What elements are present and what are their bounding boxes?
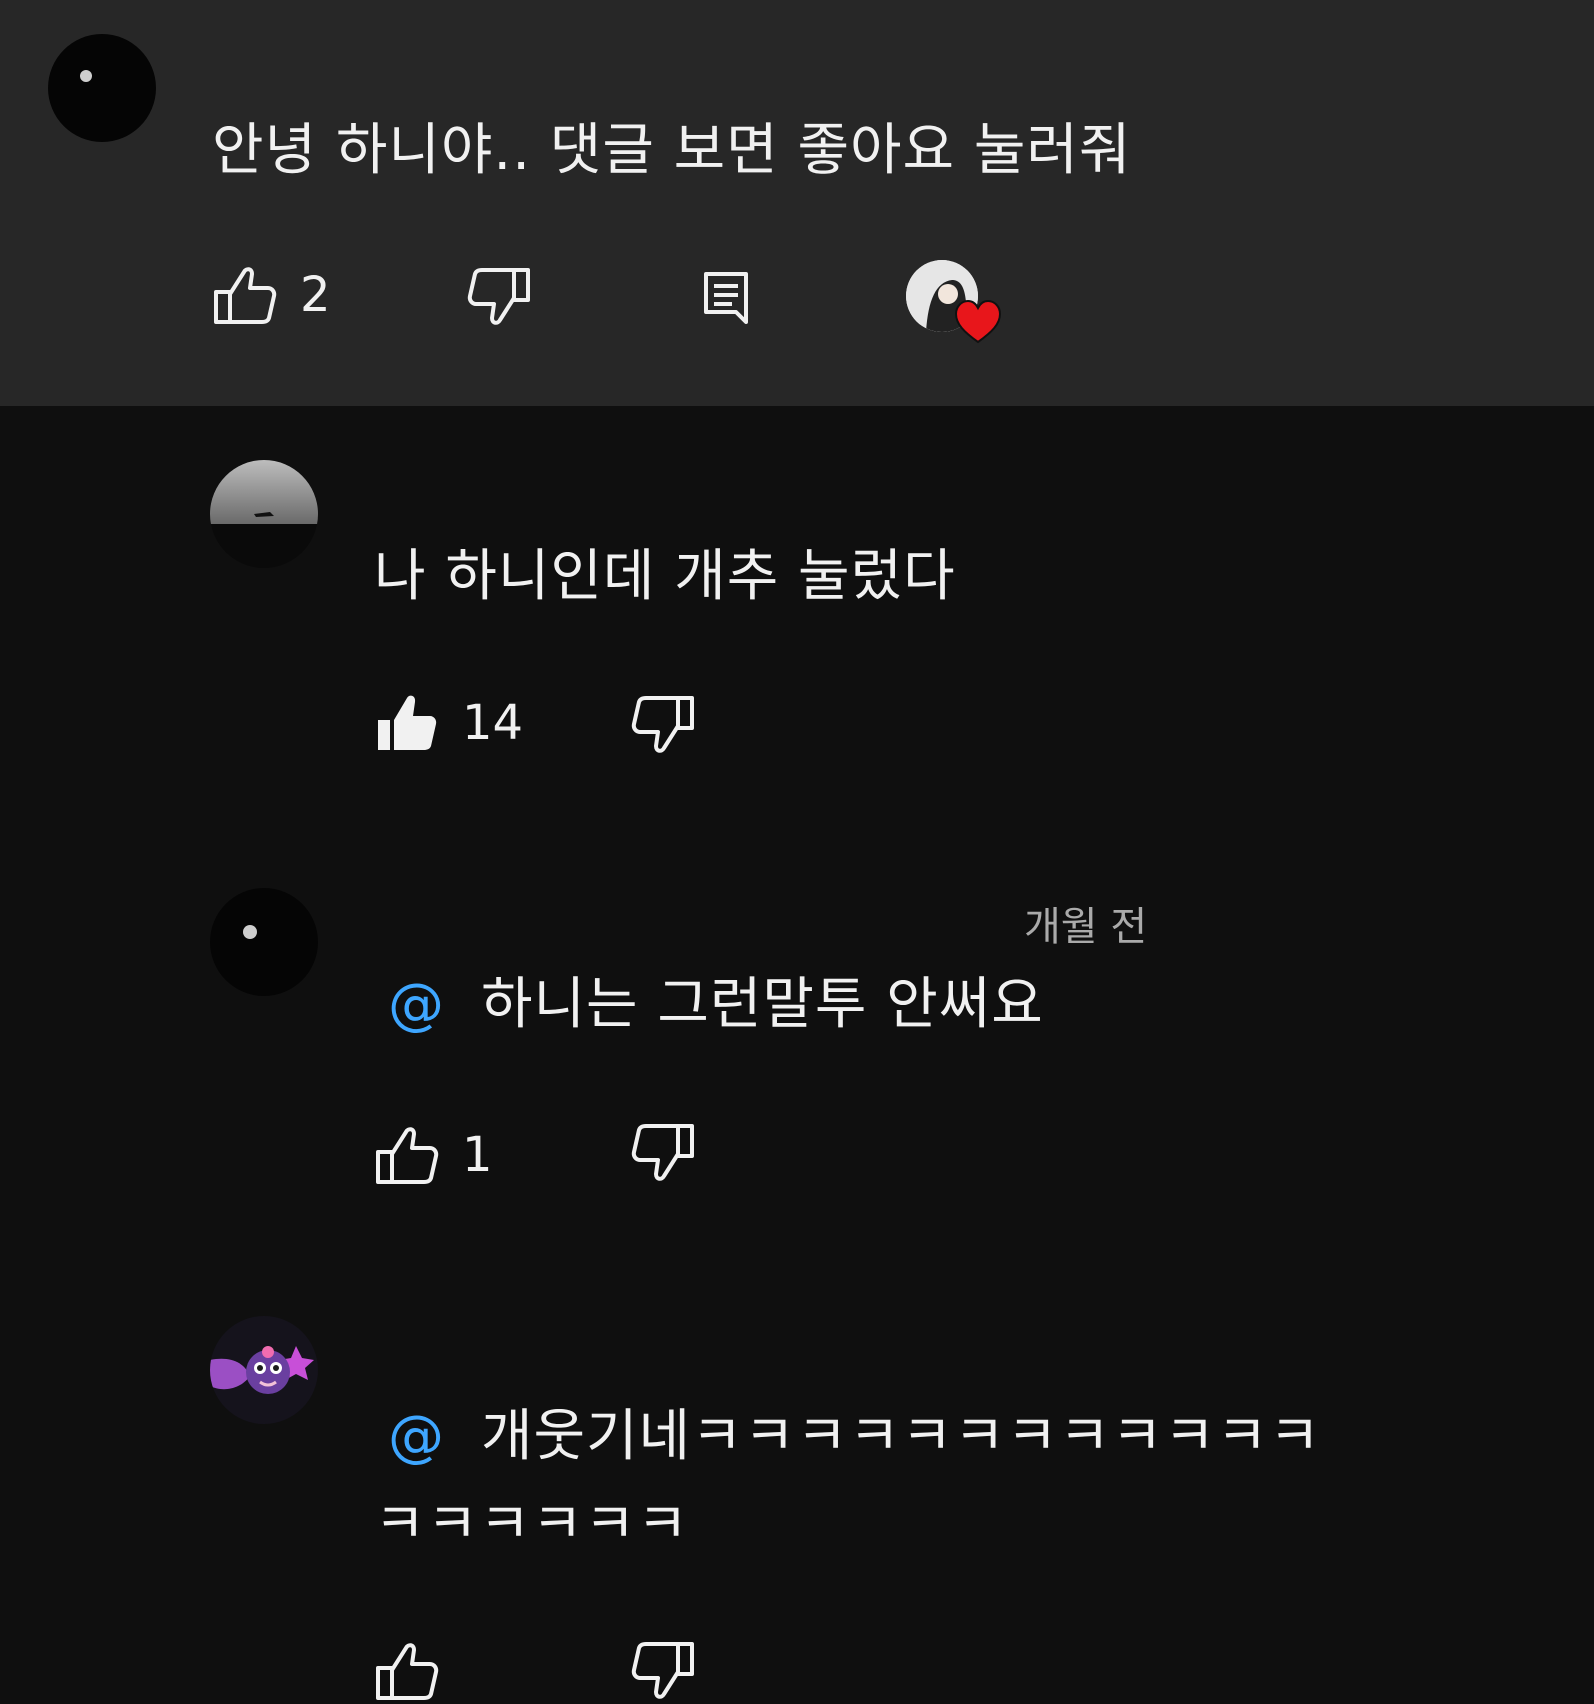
dislike-button-3[interactable] xyxy=(630,1122,696,1184)
comment-3-time: 개월 전 xyxy=(1024,904,1148,950)
reply-comment-icon xyxy=(704,272,748,324)
highlighted-comment xyxy=(0,0,1594,406)
dislike-button-4[interactable] xyxy=(630,1640,696,1702)
creator-heart-icon xyxy=(954,299,1002,344)
comment-4-line-1: @ 개웃기네ㅋㅋㅋㅋㅋㅋㅋㅋㅋㅋㅋㅋ xyxy=(388,1392,1321,1482)
thumbs-down-icon xyxy=(631,1124,694,1181)
like-count-2: 14 xyxy=(462,695,524,751)
comment-3-mention[interactable]: @ xyxy=(388,972,445,1037)
dislike-button-2[interactable] xyxy=(630,694,696,756)
thumbs-up-icon xyxy=(376,1643,439,1700)
thumbs-down-icon xyxy=(631,696,694,753)
dislike-button-1[interactable] xyxy=(466,266,532,328)
comments-page: 안녕 하니야.. 댓글 보면 좋아요 눌러줘 2 나 하니인데 개추 눌렀다 1… xyxy=(0,0,1594,1704)
comment-4-text-2: ㅋㅋㅋㅋㅋㅋ xyxy=(374,1492,690,1557)
thumbs-up-icon xyxy=(214,267,277,324)
like-count-3: 1 xyxy=(462,1127,493,1183)
thumbs-up-filled-icon xyxy=(378,695,437,750)
like-count-1: 2 xyxy=(300,267,331,323)
comment-1-text: 안녕 하니야.. 댓글 보면 좋아요 눌러줘 xyxy=(212,118,1132,183)
like-button-3[interactable]: 1 xyxy=(374,1124,493,1186)
commenter-avatar-1[interactable] xyxy=(48,34,156,142)
reply-button-1[interactable] xyxy=(702,270,750,326)
like-button-2[interactable]: 14 xyxy=(374,692,523,754)
creator-heart-badge[interactable] xyxy=(906,260,1002,356)
comment-3-body: @ 하니는 그런말투 안써요 xyxy=(388,960,1044,1050)
like-button-4[interactable] xyxy=(374,1640,462,1702)
commenter-avatar-3[interactable] xyxy=(210,888,318,996)
comment-2-text: 나 하니인데 개추 눌렀다 xyxy=(374,544,956,609)
like-button-1[interactable]: 2 xyxy=(212,264,331,326)
thumbs-up-icon xyxy=(376,1127,439,1184)
comment-4-text-1: 개웃기네ㅋㅋㅋㅋㅋㅋㅋㅋㅋㅋㅋㅋ xyxy=(481,1404,1322,1469)
comment-3-text: 하니는 그런말투 안써요 xyxy=(481,972,1044,1037)
commenter-avatar-4[interactable] xyxy=(210,1316,318,1424)
comment-4-mention[interactable]: @ xyxy=(388,1404,445,1469)
thumbs-down-icon xyxy=(467,268,530,325)
thumbs-down-icon xyxy=(631,1642,694,1699)
commenter-avatar-2[interactable] xyxy=(210,460,318,568)
